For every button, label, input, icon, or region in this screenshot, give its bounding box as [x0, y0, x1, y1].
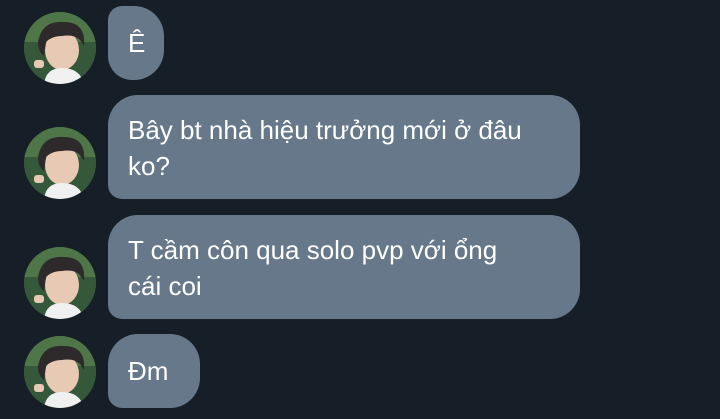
avatar[interactable]: [24, 336, 96, 408]
message-text: Đm: [128, 356, 169, 386]
message-row: T cầm côn qua solo pvp với ổng cái coi: [0, 215, 720, 319]
message-row: Bây bt nhà hiệu trưởng mới ở đâu ko?: [0, 95, 720, 199]
avatar[interactable]: [24, 247, 96, 319]
message-row: Ê: [0, 6, 720, 84]
message-text: T cầm côn qua solo pvp với ổng cái coi: [128, 235, 498, 301]
avatar[interactable]: [24, 127, 96, 199]
message-row: Đm: [0, 334, 720, 408]
avatar-photo: [24, 127, 96, 199]
message-text: Ê: [128, 28, 146, 58]
message-text: Bây bt nhà hiệu trưởng mới ở đâu ko?: [128, 115, 522, 181]
message-bubble[interactable]: Đm: [108, 334, 200, 408]
message-bubble[interactable]: Ê: [108, 6, 164, 80]
chat-thread: Ê Bây bt nhà hiệu trưởng mới ở đâu ko? T…: [0, 0, 720, 419]
message-bubble[interactable]: Bây bt nhà hiệu trưởng mới ở đâu ko?: [108, 95, 580, 199]
avatar[interactable]: [24, 12, 96, 84]
message-bubble[interactable]: T cầm côn qua solo pvp với ổng cái coi: [108, 215, 580, 319]
avatar-photo: [24, 12, 96, 84]
avatar-photo: [24, 336, 96, 408]
avatar-photo: [24, 247, 96, 319]
